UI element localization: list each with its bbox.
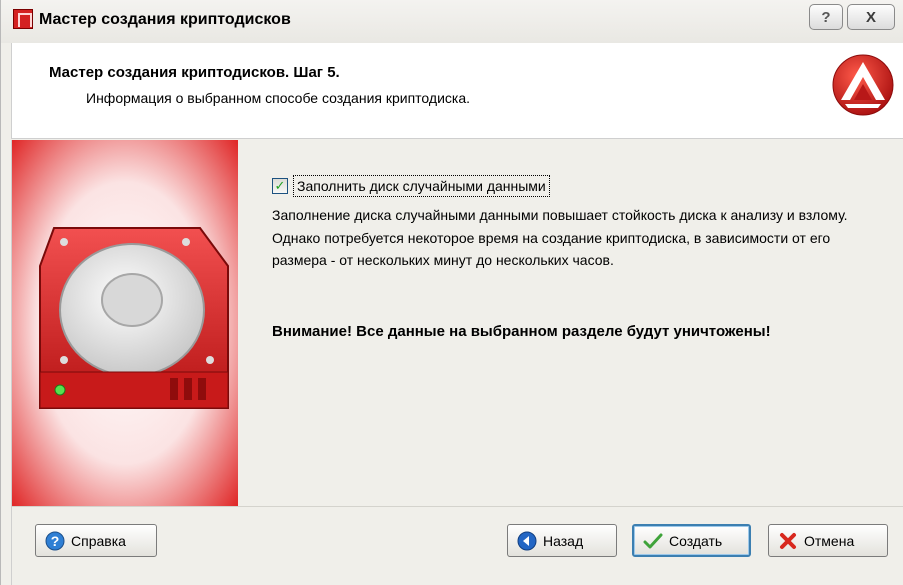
- back-arrow-icon: [517, 531, 537, 550]
- hard-disk-icon: [39, 227, 229, 409]
- cancel-button-label: Отмена: [804, 532, 855, 549]
- help-icon: ?: [45, 531, 65, 550]
- cancel-icon: [780, 532, 796, 549]
- svg-text:?: ?: [51, 533, 60, 549]
- help-button-label: Справка: [71, 532, 126, 549]
- back-button[interactable]: Назад: [507, 524, 617, 557]
- fill-random-label[interactable]: Заполнить диск случайными данными: [293, 175, 550, 197]
- wizard-window: Мастер создания криптодисков ? X Мастер …: [0, 0, 903, 585]
- window-title: Мастер создания криптодисков: [39, 11, 291, 28]
- back-button-label: Назад: [543, 532, 584, 549]
- title-bar[interactable]: Мастер создания криптодисков ? X: [1, 0, 903, 43]
- checkmark-icon: [643, 533, 663, 548]
- warning-text: Внимание! Все данные на выбранном раздел…: [272, 323, 771, 340]
- fill-random-option[interactable]: ✓ Заполнить диск случайными данными: [272, 174, 550, 198]
- close-button[interactable]: X: [847, 4, 895, 30]
- page-title: Мастер создания криптодисков. Шаг 5.: [49, 64, 340, 81]
- logo-icon: [832, 54, 894, 116]
- fill-random-checkbox[interactable]: ✓: [272, 178, 288, 194]
- wizard-header: Мастер создания криптодисков. Шаг 5. Инф…: [11, 43, 903, 139]
- create-button-label: Создать: [669, 532, 723, 549]
- create-button[interactable]: Создать: [632, 524, 751, 557]
- option-description: Заполнение диска случайными данными повы…: [272, 207, 848, 268]
- side-illustration: [12, 140, 238, 506]
- cancel-button[interactable]: Отмена: [768, 524, 888, 557]
- help-button[interactable]: ? Справка: [35, 524, 157, 557]
- wizard-footer: ? Справка Назад Создать Отмена: [11, 506, 903, 585]
- app-icon: [13, 9, 33, 29]
- help-title-button[interactable]: ?: [809, 4, 843, 30]
- page-subtitle: Информация о выбранном способе создания …: [86, 90, 471, 106]
- wizard-content: ✓ Заполнить диск случайными данными Запо…: [11, 140, 903, 506]
